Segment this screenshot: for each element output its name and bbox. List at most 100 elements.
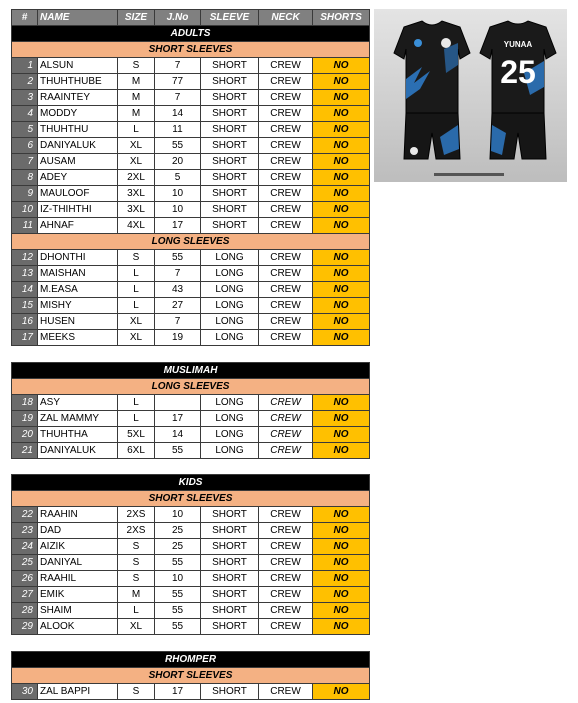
shorts-cell: NO <box>312 105 370 122</box>
jersey-number-cell: 17 <box>154 410 201 427</box>
size-cell: M <box>117 73 155 90</box>
neck-cell: CREW <box>258 89 313 106</box>
neck-cell: CREW <box>258 217 313 234</box>
neck-cell: CREW <box>258 297 313 314</box>
jersey-number-cell: 7 <box>154 57 201 74</box>
table-row: 9 MAULOOF 3XL 10 SHORT CREW NO <box>11 185 370 202</box>
section-title-row: ADULTS <box>11 25 370 42</box>
row-number: 8 <box>11 169 38 186</box>
jersey-number-cell: 10 <box>154 201 201 218</box>
row-number: 1 <box>11 57 38 74</box>
table-row: 25 DANIYAL S 55 SHORT CREW NO <box>11 554 371 571</box>
section-title-row: KIDS <box>10 474 371 491</box>
table-row: 3 RAAINTEY M 7 SHORT CREW NO <box>11 89 370 106</box>
subsection-title-row: SHORT SLEEVES <box>10 490 371 507</box>
shorts-cell: NO <box>312 169 370 186</box>
sleeve-cell: SHORT <box>200 137 259 154</box>
row-number: 30 <box>11 683 38 700</box>
shorts-cell: NO <box>311 394 371 411</box>
jersey-number-cell: 55 <box>154 137 201 154</box>
neck-cell: CREW <box>258 442 313 459</box>
jersey-number-cell: 25 <box>154 522 201 539</box>
size-cell: S <box>117 554 155 571</box>
table-row: 28 SHAIM L 55 SHORT CREW NO <box>11 602 371 619</box>
jersey-number-cell: 55 <box>154 586 201 603</box>
jersey-preview-image: YUNAA 25 <box>374 9 567 182</box>
jersey-number-cell: 20 <box>154 153 201 170</box>
name-cell: AHNAF <box>37 217 118 234</box>
header-shorts: SHORTS <box>312 9 370 26</box>
name-cell: MEEKS <box>37 329 118 346</box>
jersey-number-cell <box>154 394 201 411</box>
size-cell: M <box>117 586 155 603</box>
shorts-cell: NO <box>312 249 370 266</box>
adults-table: # NAME SIZE J.No SLEEVE NECK SHORTS ADUL… <box>11 9 370 346</box>
neck-cell: CREW <box>258 137 313 154</box>
row-number: 24 <box>11 538 38 555</box>
sleeve-cell: LONG <box>200 329 259 346</box>
shorts-cell: NO <box>312 201 370 218</box>
jersey-number-cell: 55 <box>154 554 201 571</box>
sleeve-cell: LONG <box>200 265 259 282</box>
neck-cell: CREW <box>258 249 313 266</box>
name-cell: DHONTHI <box>37 249 118 266</box>
sleeve-cell: SHORT <box>200 121 259 138</box>
row-number: 19 <box>11 410 38 427</box>
sleeve-cell: LONG <box>200 281 259 298</box>
column-header-row: # NAME SIZE J.No SLEEVE NECK SHORTS <box>11 9 370 26</box>
subsection-title: SHORT SLEEVES <box>10 667 371 684</box>
row-number: 28 <box>11 602 38 619</box>
kids-table: KIDS SHORT SLEEVES 22 RAAHIN 2XS 10 SHORT CREW N… <box>10 474 371 635</box>
jersey-number-cell: 17 <box>154 217 201 234</box>
jersey-number-cell: 27 <box>154 297 201 314</box>
table-row: 26 RAAHIL S 10 SHORT CREW NO <box>11 570 371 587</box>
table-row: 6 DANIYALUK XL 55 SHORT CREW NO <box>11 137 370 154</box>
size-cell: S <box>117 57 155 74</box>
shorts-cell: NO <box>312 217 370 234</box>
neck-cell: CREW <box>258 394 313 411</box>
table-row: 14 M.EASA L 43 LONG CREW NO <box>11 281 370 298</box>
name-cell: DANIYALUK <box>37 442 118 459</box>
sleeve-cell: SHORT <box>200 506 259 523</box>
size-cell: XL <box>117 313 155 330</box>
sleeve-cell: SHORT <box>200 538 259 555</box>
subsection-title-row: SHORT SLEEVES <box>10 667 371 684</box>
size-cell: 3XL <box>117 185 155 202</box>
size-cell: XL <box>117 329 155 346</box>
table-row: 23 DAD 2XS 25 SHORT CREW NO <box>11 522 371 539</box>
subsection-title-row: LONG SLEEVES <box>11 233 370 250</box>
sleeve-cell: SHORT <box>200 522 259 539</box>
size-cell: L <box>117 281 155 298</box>
row-number: 18 <box>11 394 38 411</box>
table-row: 18 ASY L LONG CREW NO <box>11 394 371 411</box>
name-cell: RAAHIN <box>37 506 118 523</box>
shorts-cell: NO <box>311 426 371 443</box>
header-index: # <box>11 9 38 26</box>
neck-cell: CREW <box>258 506 313 523</box>
row-number: 14 <box>11 281 38 298</box>
table-row: 21 DANIYALUK 6XL 55 LONG CREW NO <box>11 442 371 459</box>
table-row: 20 THUHTHA 5XL 14 LONG CREW NO <box>11 426 371 443</box>
table-row: 17 MEEKS XL 19 LONG CREW NO <box>11 329 370 346</box>
neck-cell: CREW <box>258 169 313 186</box>
section-title: RHOMPER <box>10 651 371 668</box>
neck-cell: CREW <box>258 185 313 202</box>
sleeve-cell: SHORT <box>200 105 259 122</box>
row-number: 25 <box>11 554 38 571</box>
sleeve-cell: LONG <box>200 410 259 427</box>
sleeve-cell: SHORT <box>200 683 259 700</box>
jersey-number-cell: 14 <box>154 426 201 443</box>
shorts-cell: NO <box>311 506 371 523</box>
jersey-number-cell: 7 <box>154 313 201 330</box>
neck-cell: CREW <box>258 313 313 330</box>
name-cell: HUSEN <box>37 313 118 330</box>
table-row: 24 AIZIK S 25 SHORT CREW NO <box>11 538 371 555</box>
sleeve-cell: SHORT <box>200 554 259 571</box>
name-cell: MODDY <box>37 105 118 122</box>
sleeve-cell: SHORT <box>200 57 259 74</box>
subsection-title: LONG SLEEVES <box>10 378 371 395</box>
jersey-player-name: YUNAA <box>504 40 533 49</box>
size-cell: XL <box>117 137 155 154</box>
sleeve-cell: SHORT <box>200 586 259 603</box>
section-title: KIDS <box>10 474 371 491</box>
